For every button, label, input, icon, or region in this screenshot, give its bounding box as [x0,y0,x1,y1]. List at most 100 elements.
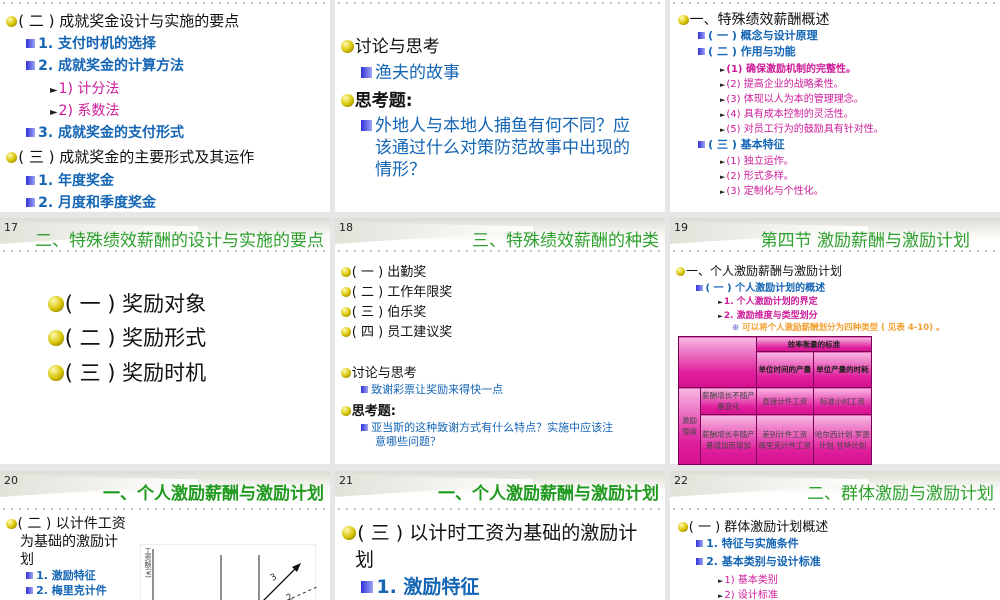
slide-number: 17 [4,221,18,234]
bullet-ball-icon [341,327,351,337]
bullet-text: ( 一 ) 概念与设计原理 [708,29,818,42]
bullet: 渔夫的故事 [361,58,460,83]
table-corner [678,335,757,389]
bullet: ( 三 ) 基本特征 [698,136,785,152]
bullet-text: 1) 基本类别 [724,575,778,586]
square-bullet-icon [26,60,36,70]
bullet-text: ( 二 ) 成就奖金设计与实施的要点 [18,12,240,30]
square-bullet-icon [698,31,706,39]
bullet-ball-icon [6,15,18,27]
square-bullet-icon [361,385,369,393]
bullet-text: 1. 激励特征 [36,569,96,582]
bullet: ( 三 ) 成就奖金的主要形式及其运作 [6,146,254,167]
bullet-ball-icon [341,368,351,378]
slide-title: 三、特殊绩效薪酬的种类 [472,231,659,251]
triangle-bullet-icon: ► [720,111,726,119]
slide-16c[interactable]: 一、特殊绩效薪酬概述 ( 一 ) 概念与设计原理 ( 二 ) 作用与功能 ►(1… [670,0,1000,212]
square-bullet-icon [696,284,703,291]
square-bullet-icon [696,557,704,565]
bullet-text: ( 一 ) 奖励对象 [64,292,207,316]
bullet-text: (2) 提高企业的战略柔性。 [726,79,844,90]
slide-20[interactable]: 20 一、个人激励薪酬与激励计划 ( 二 ) 以计件工资 为基础的激励计 划 1… [0,471,330,600]
bullet-text: 思考题: [351,404,396,419]
bullet: ( 一 ) 概念与设计原理 [698,27,818,43]
divider [670,250,1000,252]
bullet: 1. 激励特征 [361,572,479,599]
bullet-text: 2) 设计标准 [724,590,778,600]
bullet-text: 思考题: [354,91,413,111]
bullet-ball-icon [6,151,18,163]
slide-number: 22 [674,474,688,487]
bullet-text: 1. 支付时机的选择 [38,36,157,52]
bullet-text: ( 一 ) 个人激励计划的概述 [705,283,826,294]
table-row-group: 激励强度 [678,387,701,465]
slide-title: 二、特殊绩效薪酬的设计与实施的要点 [35,231,324,251]
bullet-text: 2. 基本类别与设计标准 [706,555,821,568]
bullet: 讨论与思考 [341,362,417,381]
table-col-header: 单位产量的时耗 [812,351,873,389]
slide-18[interactable]: 18 三、特殊绩效薪酬的种类 ( 一 ) 出勤奖 ( 二 ) 工作年限奖 ( 三… [335,218,665,464]
divider [335,250,665,252]
triangle-bullet-icon: ► [718,577,724,585]
bullet-text: ( 三 ) 基本特征 [708,138,785,151]
slide-21[interactable]: 21 一、个人激励薪酬与激励计划 ( 三 ) 以计时工资为基础的激励计 划 1.… [335,471,665,600]
slide-22[interactable]: 22 二、群体激励与激励计划 ( 一 ) 群体激励计划概述 1. 特征与实施条件… [670,471,1000,600]
bullet-text: (4) 具有成本控制的灵活性。 [726,109,854,120]
bullet: 1. 年度奖金 [26,170,114,190]
slide-title: 第四节 激励薪酬与激励计划 [760,231,970,251]
bullet-text: ( 四 ) 员工建议奖 [351,325,453,340]
bullet-text: ( 二 ) 作用与功能 [708,45,796,58]
bullet-ball-icon [342,525,357,540]
bullet-text: (5) 对员工行为的鼓励具有针对性。 [726,124,884,135]
bullet-text: 2. 激励维度与类型划分 [723,311,818,321]
bullet-text: 2. 月度和季度奖金 [38,195,157,211]
slide-title: 二、群体激励与激励计划 [807,484,994,504]
bullet: ( 一 ) 群体激励计划概述 [678,516,828,535]
slide-16[interactable]: ( 二 ) 成就奖金设计与实施的要点 1. 支付时机的选择 2. 成就奖金的计算… [0,0,330,212]
triangle-bullet-icon: ► [50,85,58,96]
bullet: 1. 激励特征 [26,567,96,583]
bullet: ►2) 设计标准 [718,586,778,600]
series-3-line [263,564,300,600]
triangle-bullet-icon: ► [720,126,726,134]
bullet-text: ( 三 ) 奖励时机 [64,361,207,385]
square-bullet-icon [361,580,374,593]
bullet-text: 1) 计分法 [58,81,120,97]
bullet: ►(5) 对员工行为的鼓励具有针对性。 [720,120,884,135]
square-bullet-icon [26,571,34,579]
bullet-text: ( 二 ) 奖励形式 [64,326,207,350]
chart-lines [152,549,317,600]
triangle-bullet-icon: ► [720,96,726,104]
bullet: 致谢彩票让奖励来得快一点 [361,381,503,397]
slide-number: 21 [339,474,353,487]
bullet-ball-icon [341,40,354,53]
square-bullet-icon [26,197,36,207]
bullet-text: ( 一 ) 出勤奖 [351,265,427,280]
bullet-ball-icon [676,267,685,276]
bullet-text: ( 二 ) 以计件工资 [17,516,126,532]
bullet-text: 可以将个人激励薪酬划分为四种类型 ( 见表 4-10) 。 [742,323,945,333]
triangle-bullet-icon: ► [720,188,726,196]
bullet-text: 致谢彩票让奖励来得快一点 [371,383,504,396]
bullet-text: (1) 独立运作。 [726,156,794,167]
divider [335,2,665,4]
slide-17[interactable]: 17 二、特殊绩效薪酬的设计与实施的要点 ( 一 ) 奖励对象 ( 二 ) 奖励… [0,218,330,464]
bullet-text: 3. 成就奖金的支付形式 [38,125,185,141]
bullet-text: (3) 定制化与个性化。 [726,186,824,197]
table-row-label: 薪酬增长率随产量增加而增加 [700,414,757,465]
bullet-ball-icon [341,406,351,416]
bullet: 2. 梅里克计件 [26,582,107,598]
slide-16b[interactable]: 讨论与思考 渔夫的故事 思考题: 外地人与本地人捕鱼有何不同？应 该通过什么对策… [335,0,665,212]
bullet-text: (1) 确保激励机制的完整性。 [726,64,856,75]
square-bullet-icon [26,38,36,48]
bullet: 一、个人激励薪酬与激励计划 [676,262,842,279]
bullet: 2. 月度和季度奖金 [26,192,156,212]
bullet: ►(3) 定制化与个性化。 [720,182,824,197]
bullet: ►(2) 形式多样。 [720,167,794,182]
bullet-text: 1. 个人激励计划的界定 [723,297,818,307]
bullet-text: (2) 形式多样。 [726,171,794,182]
bullet: ( 四 ) 员工建议奖 [341,321,452,340]
triangle-bullet-icon: ► [720,81,726,89]
divider [335,508,665,510]
square-bullet-icon [361,423,369,431]
